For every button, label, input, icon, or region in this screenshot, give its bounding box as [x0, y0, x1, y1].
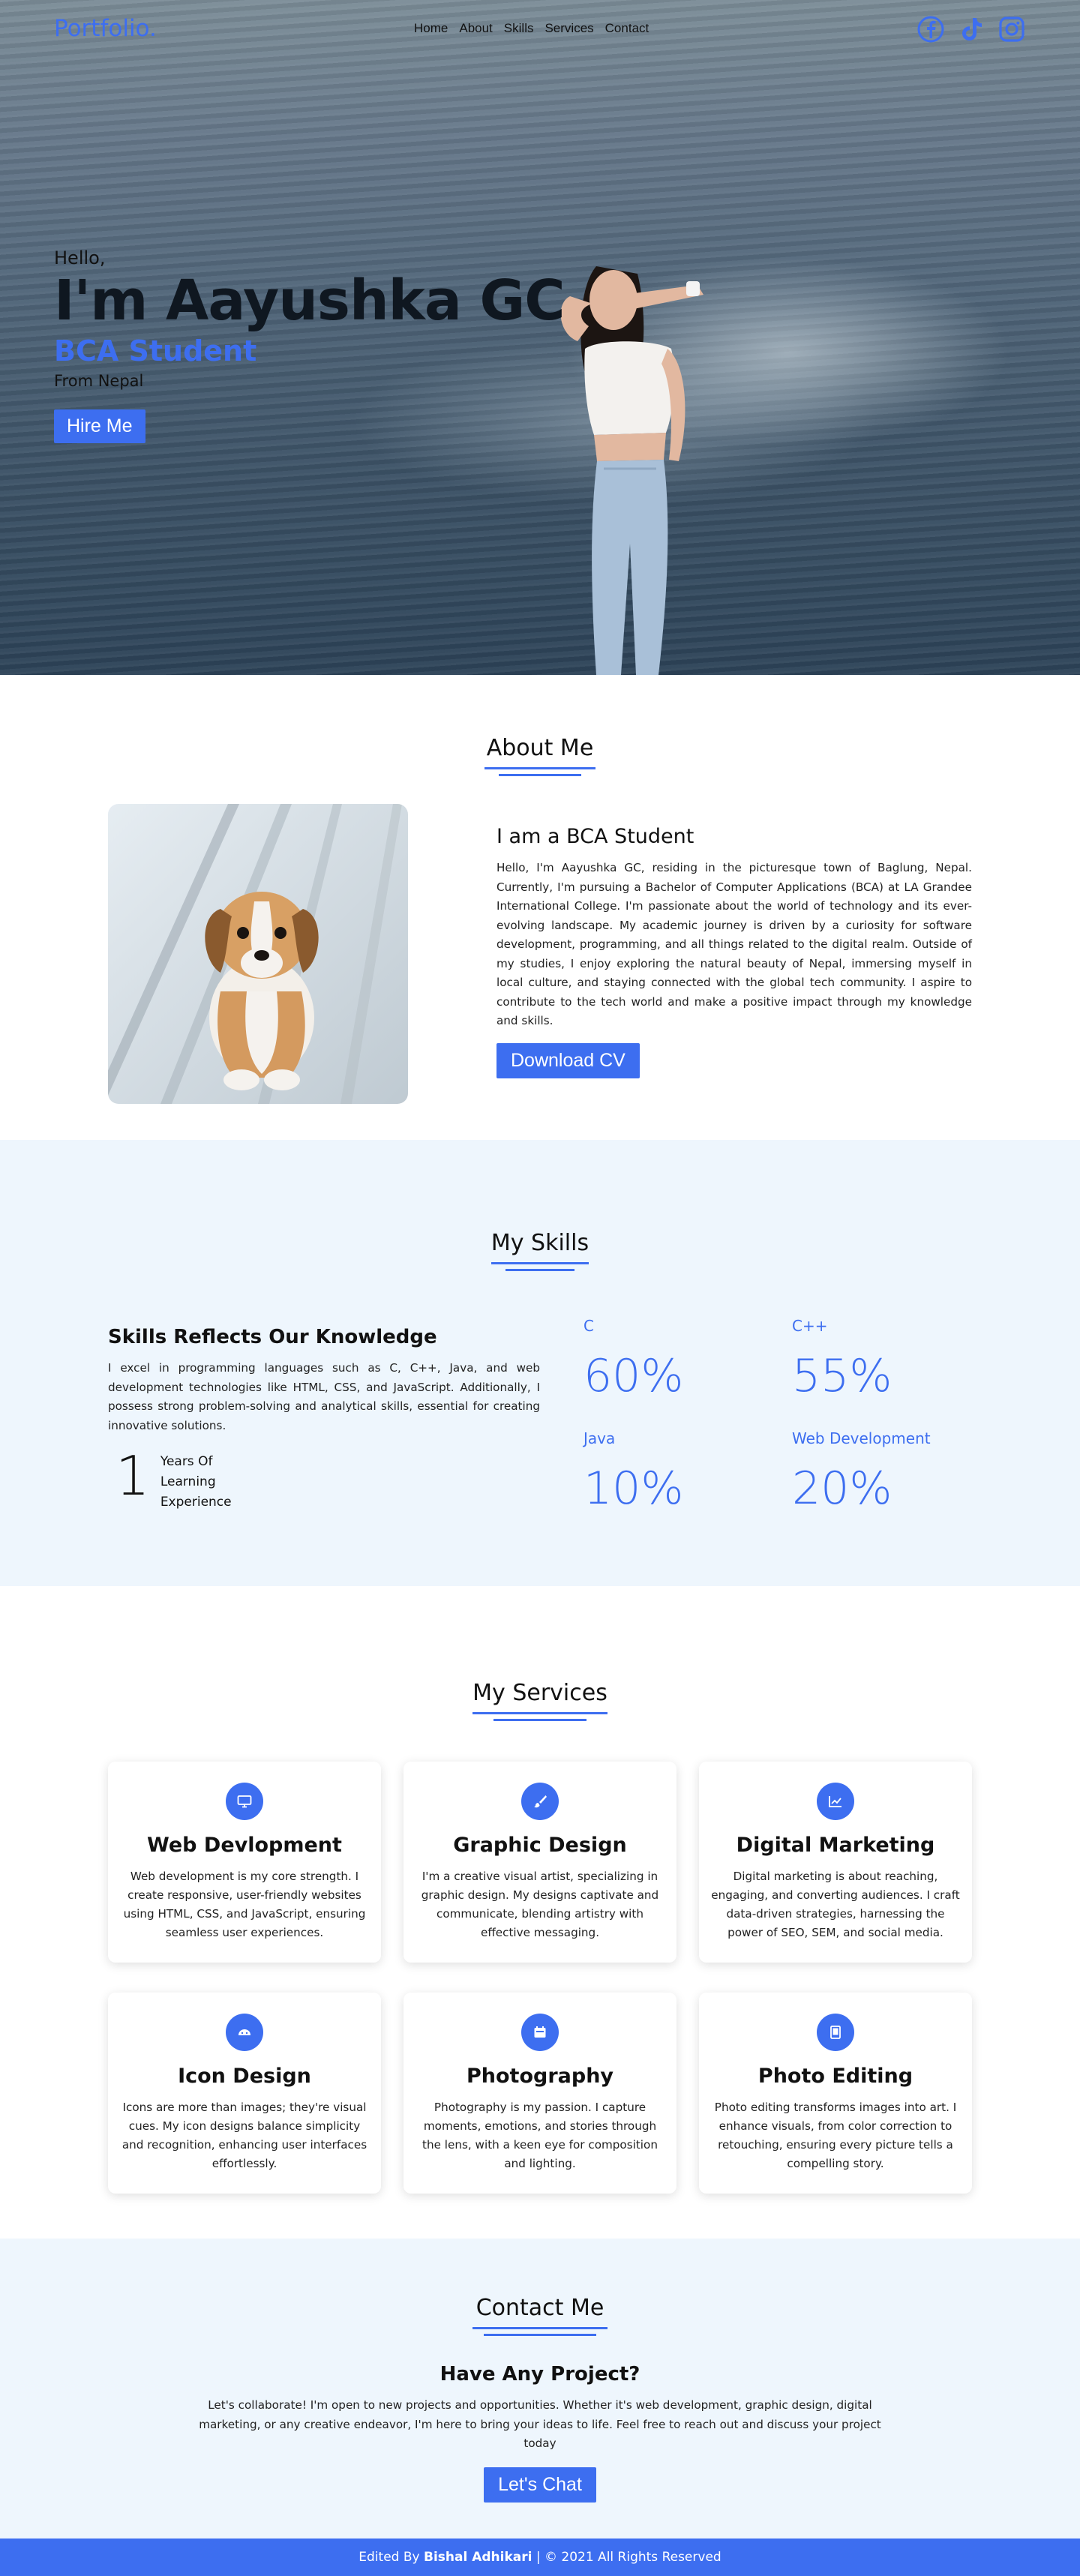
- title-underline: [484, 2334, 596, 2336]
- service-title: Icon Design: [178, 2065, 311, 2088]
- experience-label-line: Experience: [160, 1495, 232, 1510]
- monitor-icon: [226, 1783, 263, 1820]
- about-content: I am a BCA Student Hello, I'm Aayushka G…: [496, 825, 972, 1078]
- service-title: Digital Marketing: [736, 1834, 935, 1857]
- nav-link-about[interactable]: About: [459, 21, 492, 36]
- nav-link-skills[interactable]: Skills: [504, 21, 534, 36]
- tablet-icon: [817, 2014, 854, 2051]
- skill-item-web-development: Web Development 20%: [792, 1429, 1000, 1515]
- title-underline: [506, 1269, 574, 1271]
- about-title: About Me: [486, 735, 594, 761]
- skill-item-cpp: C++ 55%: [792, 1317, 1000, 1402]
- hero-greeting: Hello,: [54, 247, 106, 268]
- footer-prefix: Edited By: [358, 2550, 424, 2565]
- experience-label-line: Years Of: [160, 1454, 213, 1469]
- services-grid: Web Devlopment Web development is my cor…: [108, 1762, 972, 2194]
- download-cv-button[interactable]: Download CV: [496, 1042, 640, 1078]
- service-card-graphic-design[interactable]: Graphic Design I'm a creative visual art…: [404, 1762, 676, 1963]
- nav-link-home[interactable]: Home: [414, 21, 448, 36]
- skill-percent: 60%: [584, 1350, 684, 1402]
- footer-copyright: | © 2021 All Rights Reserved: [532, 2550, 722, 2565]
- contact-section: Contact Me Have Any Project? Let's colla…: [0, 2239, 1080, 2539]
- skills-intro: Skills Reflects Our Knowledge I excel in…: [108, 1326, 540, 1513]
- hire-me-button[interactable]: Hire Me: [54, 409, 146, 443]
- skill-name: Java: [584, 1429, 616, 1447]
- nav-link-services[interactable]: Services: [544, 21, 593, 36]
- skill-name: Web Development: [792, 1429, 931, 1447]
- service-description: Photography is my passion. I capture mom…: [422, 2101, 658, 2170]
- service-description: Digital marketing is about reaching, eng…: [711, 1870, 960, 1939]
- site-footer: Edited By Bishal Adhikari | © 2021 All R…: [0, 2539, 1080, 2576]
- experience-counter: 1 Years Of Learning Experience: [108, 1449, 540, 1513]
- tiktok-icon[interactable]: [957, 15, 986, 43]
- service-card-web-development[interactable]: Web Devlopment Web development is my cor…: [108, 1762, 381, 1963]
- about-photo: [108, 804, 408, 1104]
- site-logo[interactable]: Portfolio.: [54, 15, 157, 42]
- skill-name: C++: [792, 1317, 828, 1335]
- instagram-icon[interactable]: [998, 15, 1026, 43]
- skills-grid: C 60% C++ 55% Java 10% Web Development 2…: [584, 1317, 1004, 1515]
- nav-link-contact[interactable]: Contact: [605, 21, 650, 36]
- service-title: Web Devlopment: [147, 1834, 342, 1857]
- hero-intro: Hello, I'm Aayushka GC BCA Student From …: [54, 247, 566, 443]
- experience-label-line: Learning: [160, 1474, 216, 1489]
- skill-name: C: [584, 1317, 594, 1335]
- skill-item-c: C 60%: [584, 1317, 792, 1402]
- chart-icon: [817, 1783, 854, 1820]
- skills-paragraph: I excel in programming languages such as…: [108, 1361, 540, 1432]
- top-nav: Portfolio. Home About Skills Services Co…: [0, 0, 1080, 60]
- skill-percent: 10%: [584, 1462, 684, 1515]
- skill-percent: 20%: [792, 1462, 892, 1515]
- service-description: Icons are more than images; they're visu…: [122, 2101, 368, 2170]
- title-underline: [484, 767, 596, 769]
- title-underline: [491, 1262, 589, 1264]
- contact-title: Contact Me: [476, 2295, 604, 2321]
- skills-subtitle: Skills Reflects Our Knowledge: [108, 1326, 437, 1348]
- service-title: Graphic Design: [453, 1834, 627, 1857]
- service-description: I'm a creative visual artist, specializi…: [421, 1870, 659, 1939]
- puppy-image: [108, 804, 408, 1104]
- hero-role: BCA Student: [54, 334, 257, 367]
- hero-origin: From Nepal: [54, 372, 144, 390]
- footer-author: Bishal Adhikari: [423, 2550, 532, 2565]
- contact-subtitle: Have Any Project?: [440, 2363, 640, 2386]
- skill-percent: 55%: [792, 1350, 892, 1402]
- experience-label: Years Of Learning Experience: [160, 1452, 232, 1513]
- service-description: Web development is my core strength. I c…: [123, 1870, 366, 1939]
- facebook-icon[interactable]: [916, 15, 945, 43]
- service-card-digital-marketing[interactable]: Digital Marketing Digital marketing is a…: [699, 1762, 972, 1963]
- camera-icon: [521, 2014, 559, 2051]
- lets-chat-button[interactable]: Let's Chat: [484, 2467, 596, 2503]
- service-card-icon-design[interactable]: Icon Design Icons are more than images; …: [108, 1993, 381, 2194]
- skills-title: My Skills: [490, 1230, 590, 1256]
- about-paragraph: Hello, I'm Aayushka GC, residing in the …: [496, 861, 972, 1027]
- about-subtitle: I am a BCA Student: [496, 825, 694, 848]
- service-card-photography[interactable]: Photography Photography is my passion. I…: [404, 1993, 676, 2194]
- experience-years: 1: [116, 1444, 150, 1507]
- social-links: [916, 15, 1026, 43]
- service-description: Photo editing transforms images into art…: [714, 2101, 957, 2170]
- skill-item-java: Java 10%: [584, 1429, 792, 1515]
- contact-paragraph: Let's collaborate! I'm open to new proje…: [199, 2398, 881, 2450]
- services-title: My Services: [472, 1680, 608, 1706]
- service-title: Photography: [466, 2065, 614, 2088]
- about-section: About Me I am a BCA Student Hello, I'm A…: [0, 675, 1080, 1140]
- brush-icon: [521, 1783, 559, 1820]
- title-underline: [499, 774, 581, 776]
- services-section: My Services Web Devlopment Web developme…: [0, 1586, 1080, 2239]
- title-underline: [472, 2327, 608, 2329]
- title-underline: [494, 1719, 586, 1721]
- title-underline: [472, 1712, 608, 1714]
- skills-section: My Skills Skills Reflects Our Knowledge …: [0, 1140, 1080, 1586]
- hero-section: Portfolio. Home About Skills Services Co…: [0, 0, 1080, 675]
- cloud-icon: [226, 2014, 263, 2051]
- hero-name: I'm Aayushka GC: [54, 268, 566, 333]
- service-card-photo-editing[interactable]: Photo Editing Photo editing transforms i…: [699, 1993, 972, 2194]
- nav-menu: Home About Skills Services Contact: [414, 21, 649, 36]
- service-title: Photo Editing: [758, 2065, 914, 2088]
